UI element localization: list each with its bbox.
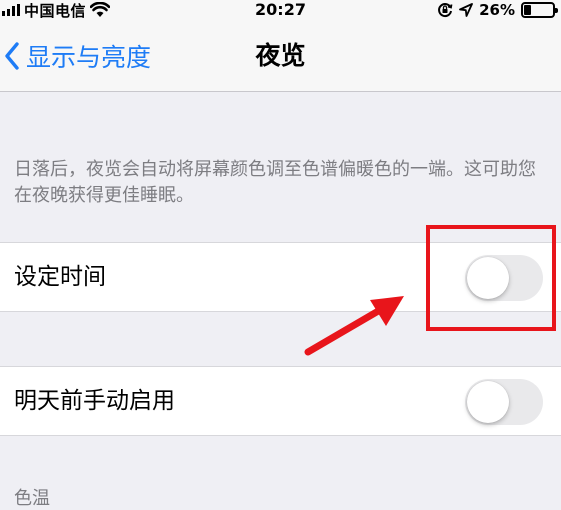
annotation-arrow-icon <box>304 296 404 356</box>
manual-enable-label: 明天前手动启用 <box>14 388 175 414</box>
status-right: 26% <box>437 0 558 20</box>
status-bar: 中国电信 20:27 26% <box>0 0 561 20</box>
battery-icon <box>521 2 558 18</box>
night-shift-description: 日落后，夜览会自动将屏幕颜色调至色谱偏暖色的一端。这可助您在夜晚获得更佳睡眠。 <box>14 159 536 206</box>
scheduled-label: 设定时间 <box>14 264 106 290</box>
manual-enable-row: 明天前手动启用 <box>0 366 561 436</box>
manual-enable-toggle[interactable] <box>465 379 543 425</box>
toggle-knob <box>467 381 509 423</box>
chevron-left-icon <box>5 42 19 70</box>
location-arrow-icon <box>459 3 473 17</box>
orientation-lock-icon <box>438 3 453 18</box>
battery-fill <box>524 5 531 15</box>
screen: 中国电信 20:27 26% 显示与亮度 夜览 日落后，夜览会自动将屏幕颜色调至… <box>0 0 561 510</box>
color-temperature-header: 色温 <box>14 488 50 509</box>
back-button-label: 显示与亮度 <box>26 43 152 72</box>
annotation-highlight-box <box>426 225 556 331</box>
back-button[interactable]: 显示与亮度 <box>4 34 151 78</box>
navigation-bar: 显示与亮度 夜览 <box>0 20 561 92</box>
battery-percent: 26% <box>479 1 515 19</box>
battery-cap <box>555 8 558 13</box>
